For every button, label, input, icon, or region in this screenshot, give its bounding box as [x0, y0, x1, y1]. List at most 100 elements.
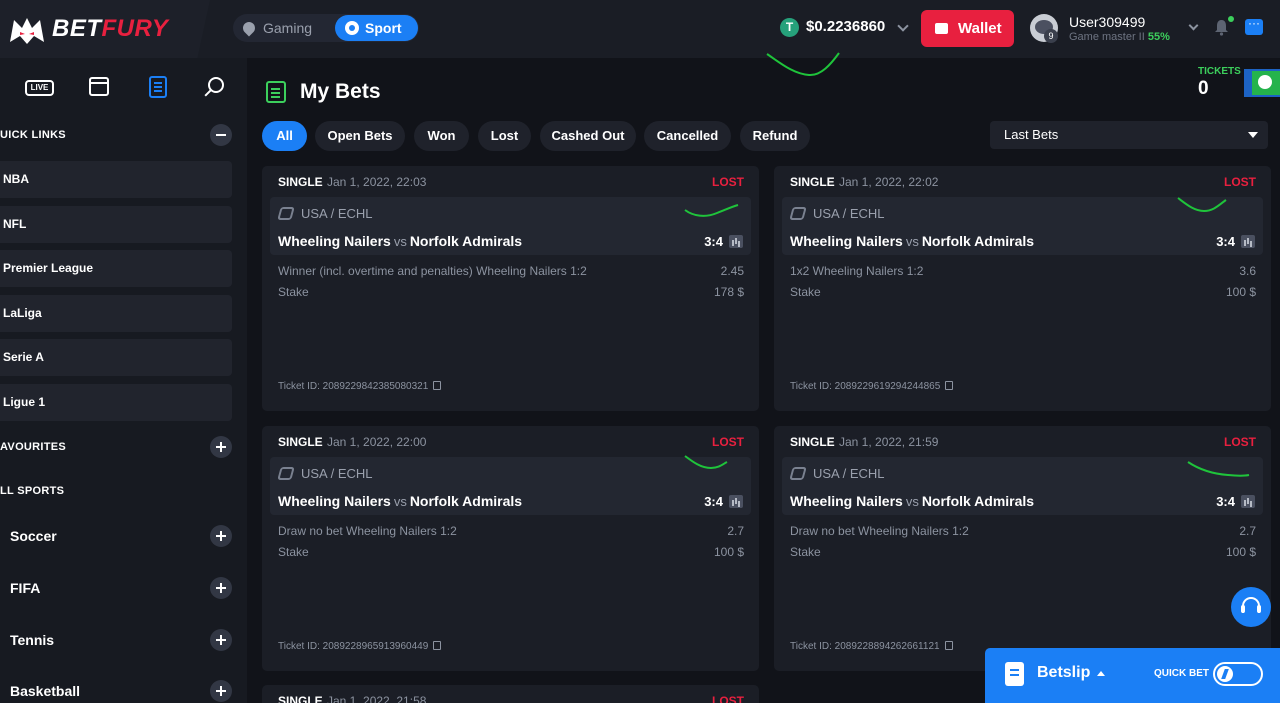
ticket-id-text: Ticket ID: 2089228894262661121: [790, 641, 940, 652]
copy-icon[interactable]: [433, 641, 442, 650]
collapse-minus-icon[interactable]: [210, 124, 232, 146]
bet-status: LOST: [712, 175, 744, 189]
user-level-title: Game master II: [1069, 31, 1145, 43]
copy-icon[interactable]: [944, 641, 953, 650]
mode-gaming-label: Gaming: [263, 20, 313, 36]
betslip-bar[interactable]: Betslip QUICK BET: [985, 648, 1280, 703]
logo-fury-text: FURY: [101, 15, 169, 42]
sport-item-soccer[interactable]: Soccer: [0, 522, 247, 550]
filter-open-bets[interactable]: Open Bets: [315, 121, 405, 151]
logo[interactable]: BETFURY: [0, 0, 210, 58]
quick-link-nba[interactable]: NBA: [0, 161, 232, 198]
expand-plus-icon[interactable]: [210, 680, 232, 702]
stats-icon[interactable]: [1241, 495, 1255, 508]
chevron-down-icon[interactable]: [1188, 20, 1199, 31]
mode-toggle: Gaming Sport: [233, 14, 419, 42]
expand-plus-icon[interactable]: [210, 436, 232, 458]
hockey-stick-icon: [277, 467, 295, 480]
sidebar-icon-row: LIVE: [0, 74, 247, 104]
quick-links-title: UICK LINKS: [0, 129, 66, 141]
league: USA / ECHL: [301, 206, 373, 221]
bet-selection: Draw no bet Wheeling Nailers 1:2: [278, 524, 457, 538]
match-box[interactable]: USA / ECHL Wheeling Nailers vs Norfolk Adm…: [270, 197, 751, 255]
tickets-count: 0: [1198, 78, 1209, 99]
expand-plus-icon[interactable]: [210, 525, 232, 547]
bet-odds: 2.45: [720, 264, 744, 278]
chevron-down-icon: [897, 20, 909, 32]
ticket-id: Ticket ID: 2089228965913960449: [278, 641, 442, 652]
stake-label: Stake: [790, 545, 821, 559]
ticket-icon[interactable]: [1244, 69, 1280, 97]
filter-cancelled[interactable]: Cancelled: [644, 121, 731, 151]
quick-bet-toggle[interactable]: [1213, 662, 1263, 686]
stats-icon[interactable]: [729, 495, 743, 508]
annotation-scribble: [684, 204, 739, 217]
calendar-icon[interactable]: [89, 77, 109, 96]
bet-type: SINGLE: [790, 435, 835, 449]
league: USA / ECHL: [301, 466, 373, 481]
user-level: Game master II 55%: [1069, 31, 1170, 43]
filter-all[interactable]: All: [262, 121, 307, 151]
search-icon[interactable]: [208, 77, 224, 93]
sidebar: LIVE UICK LINKS NBA NFL Premier League L…: [0, 58, 247, 703]
quick-link-serie-a[interactable]: Serie A: [0, 339, 232, 376]
logo-bet-text: BET: [52, 15, 102, 42]
sport-label: Tennis: [10, 632, 55, 648]
league: USA / ECHL: [813, 206, 885, 221]
sport-item-basketball[interactable]: Basketball: [0, 677, 247, 703]
copy-icon[interactable]: [945, 381, 954, 390]
live-icon[interactable]: LIVE: [25, 80, 54, 96]
annotation-scribble: [766, 52, 840, 77]
filter-won[interactable]: Won: [414, 121, 469, 151]
betslip-label: Betslip: [1037, 664, 1091, 681]
mode-sport-button[interactable]: Sport: [335, 15, 418, 41]
stats-icon[interactable]: [729, 235, 743, 248]
copy-icon[interactable]: [433, 381, 442, 390]
bet-odds: 2.7: [727, 524, 744, 538]
expand-plus-icon[interactable]: [210, 577, 232, 599]
quick-link-nfl[interactable]: NFL: [0, 206, 232, 243]
home-team: Wheeling Nailers: [278, 233, 391, 249]
bet-status: LOST: [1224, 175, 1256, 189]
username[interactable]: User309499: [1069, 14, 1145, 30]
annotation-scribble: [684, 455, 728, 470]
bet-status: LOST: [712, 694, 744, 703]
quick-link-ligue-1[interactable]: Ligue 1: [0, 384, 232, 421]
bet-date: Jan 1, 2022, 22:00: [327, 435, 427, 449]
ticket-id: Ticket ID: 2089228894262661121: [790, 641, 953, 652]
sport-item-tennis[interactable]: Tennis: [0, 626, 247, 654]
ticket-icon-inner: [1252, 71, 1280, 95]
vs-label: vs: [905, 234, 919, 249]
vs-label: vs: [905, 494, 919, 509]
my-bets-icon[interactable]: [149, 76, 167, 98]
bet-odds: 3.6: [1239, 264, 1256, 278]
filter-cashed-out[interactable]: Cashed Out: [540, 121, 636, 151]
stake-label: Stake: [278, 285, 309, 299]
quick-link-premier-league[interactable]: Premier League: [0, 250, 232, 287]
favourites-header: AVOURITES: [0, 435, 247, 459]
annotation-scribble: [1187, 461, 1250, 477]
chat-icon[interactable]: [1245, 16, 1263, 35]
my-bets-icon: [266, 81, 286, 103]
bet-type: SINGLE: [278, 694, 323, 703]
stats-icon[interactable]: [1241, 235, 1255, 248]
away-team: Norfolk Admirals: [409, 233, 523, 249]
sport-item-fifa[interactable]: FIFA: [0, 574, 247, 602]
wallet-button[interactable]: Wallet: [921, 10, 1014, 47]
top-bar: BETFURY Gaming Sport T $0.2236860 Wallet…: [0, 0, 1280, 58]
bell-icon[interactable]: [1214, 19, 1229, 36]
ticket-id-text: Ticket ID: 2089229619294244865: [790, 381, 941, 392]
tickets-label: TICKETS: [1198, 66, 1241, 77]
bet-card[interactable]: SINGLE Jan 1, 2022, 21:58 LOST: [262, 685, 759, 703]
quick-link-laliga[interactable]: LaLiga: [0, 295, 232, 332]
favourites-title: AVOURITES: [0, 441, 67, 453]
filter-lost[interactable]: Lost: [478, 121, 531, 151]
support-headset-icon[interactable]: [1231, 587, 1271, 627]
filter-refund[interactable]: Refund: [740, 121, 810, 151]
mode-gaming-button[interactable]: Gaming: [240, 14, 313, 42]
expand-plus-icon[interactable]: [210, 629, 232, 651]
hockey-stick-icon: [789, 467, 807, 480]
all-sports-header: LL SPORTS: [0, 479, 247, 503]
sort-dropdown[interactable]: Last Bets: [990, 121, 1268, 149]
match-box[interactable]: USA / ECHL Wheeling Nailers vs Norfolk Adm…: [270, 457, 751, 515]
